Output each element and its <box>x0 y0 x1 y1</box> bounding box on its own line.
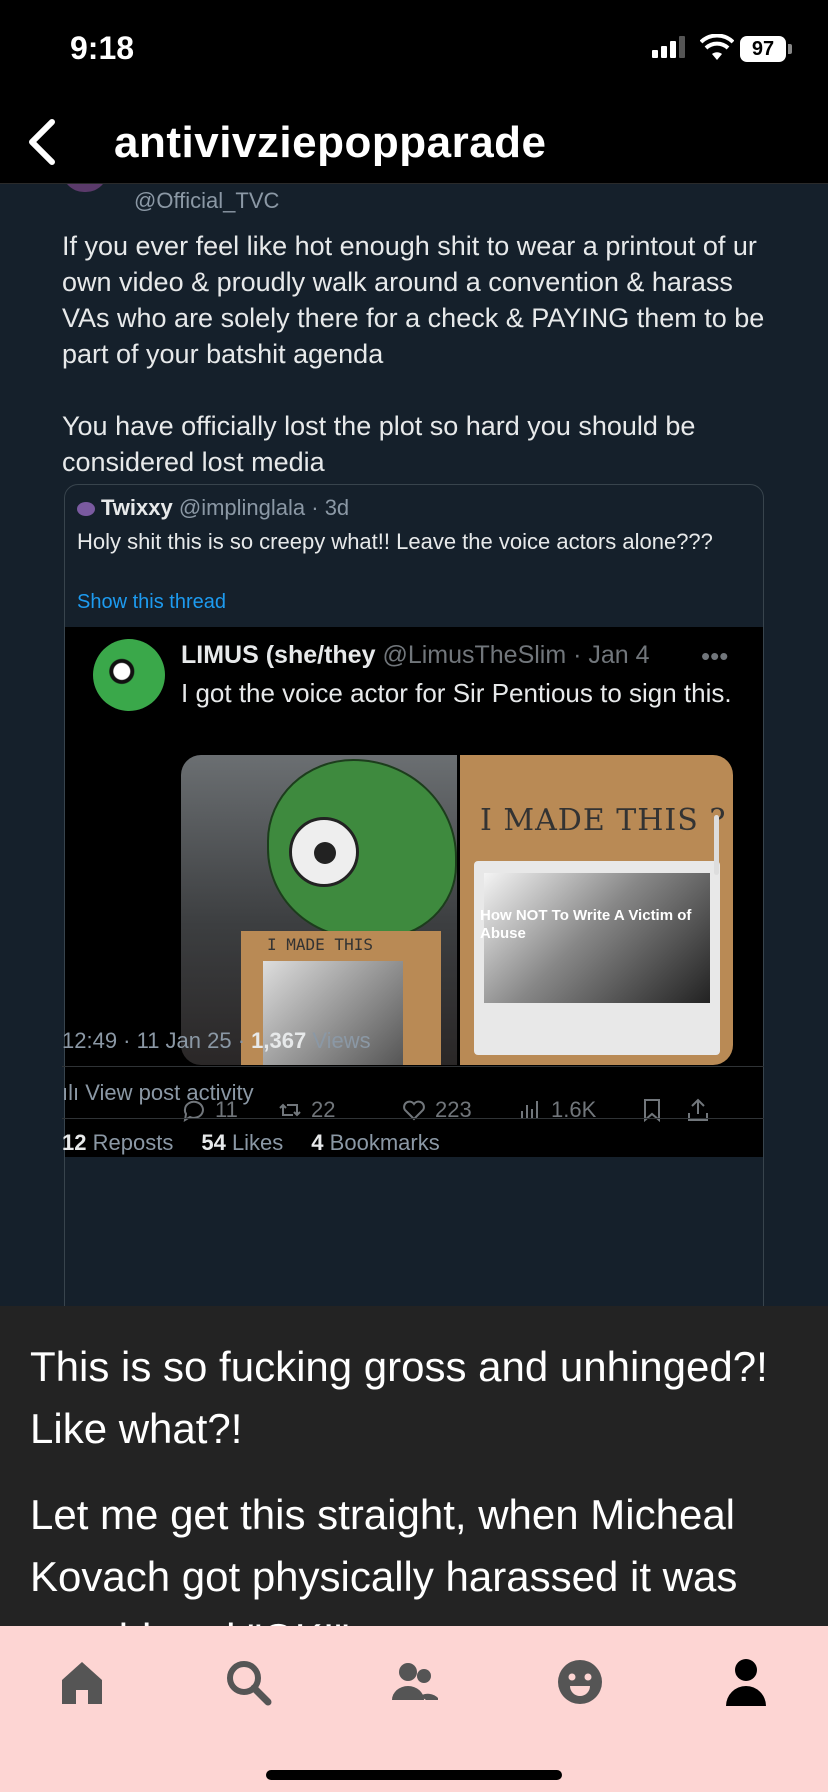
repost-stat-label: Reposts <box>92 1130 174 1155</box>
like-button: 223 <box>401 1097 517 1123</box>
app-header: antivivziepopparade <box>0 100 828 184</box>
wifi-icon <box>700 34 734 60</box>
activity-label: View post activity <box>85 1080 254 1105</box>
repost-stat: 12 Reposts <box>62 1130 173 1156</box>
like-stat: 54 Likes <box>201 1130 283 1156</box>
like-count: 223 <box>435 1097 472 1122</box>
signed-printout <box>474 861 720 1055</box>
tweet-actions: 11 22 223 1.6K <box>181 1097 761 1123</box>
like-stat-label: Likes <box>231 1130 284 1155</box>
caption-paragraph: Let me get this straight, when Micheal K… <box>30 1491 738 1626</box>
caption-paragraph: This is so fucking gross and unhinged?! … <box>30 1343 768 1452</box>
sign-text: I MADE THIS <box>267 935 373 954</box>
activity-face-icon[interactable] <box>552 1654 608 1710</box>
inner-author-name: LIMUS (she/they <box>181 641 376 669</box>
blog-title[interactable]: antivivziepopparade <box>114 118 547 168</box>
bookmark-stat: 4 Bookmarks <box>311 1130 439 1156</box>
views-label: Views <box>306 1028 371 1053</box>
avatar <box>62 184 108 192</box>
inner-tweet-text: I got the voice actor for Sir Pentious t… <box>181 678 732 708</box>
post-timestamp: 12:49 · 11 Jan 25 · 1,367 Views <box>62 1028 371 1054</box>
fish-mask-eye <box>289 817 359 887</box>
like-stat-count: 54 <box>201 1130 226 1155</box>
tweet-paragraph: If you ever feel like hot enough shit to… <box>62 231 765 369</box>
quote-tweet: Twixxy @implinglala · 3d Holy shit this … <box>64 484 764 1306</box>
status-time: 9:18 <box>70 30 135 66</box>
total-views: 1,367 <box>251 1028 307 1053</box>
quote-text: Holy shit this is so creepy what!! Leave… <box>77 529 713 554</box>
account-icon[interactable] <box>718 1654 774 1710</box>
photo-cosplayer: I MADE THIS <box>181 755 457 1065</box>
avatar <box>93 639 165 711</box>
repost-icon <box>279 1103 301 1117</box>
quote-header: Twixxy @implinglala · 3d <box>77 495 349 521</box>
tweet-body: If you ever feel like hot enough shit to… <box>62 228 782 516</box>
battery-indicator: 97 <box>740 36 786 62</box>
heart-icon <box>403 1100 425 1121</box>
status-bar: 9:18 97 <box>0 0 828 100</box>
views-chart-icon <box>521 1101 538 1119</box>
share-icon <box>688 1098 708 1121</box>
view-post-activity: ılı View post activity <box>62 1080 254 1106</box>
inner-tweet: LIMUS (she/they @LimusTheSlim · Jan 4 ••… <box>65 627 763 1157</box>
embedded-tweet-screenshot[interactable]: @Official_TVC If you ever feel like hot … <box>0 184 828 1306</box>
more-options-icon: ••• <box>701 641 729 671</box>
repost-button: 22 <box>277 1097 401 1123</box>
engagement-stats: 12 Reposts 54 Likes 4 Bookmarks <box>62 1130 440 1156</box>
inner-tweet-header: LIMUS (she/they @LimusTheSlim · Jan 4 <box>181 641 650 670</box>
views-count: 1.6K <box>551 1097 597 1122</box>
printout-caption: How NOT To Write A Victim of Abuse <box>480 907 692 942</box>
divider <box>62 1118 764 1119</box>
bookmark-stat-count: 4 <box>311 1130 324 1155</box>
quote-author-name: Twixxy <box>101 495 173 520</box>
bookmark-stat-label: Bookmarks <box>329 1130 440 1155</box>
media-scrollbar <box>714 815 719 875</box>
sign-text: I MADE THIS ? <box>480 803 727 838</box>
cellular-signal-icon <box>652 36 685 58</box>
tweet-paragraph: You have officially lost the plot so har… <box>62 411 696 477</box>
battery-nub <box>788 44 792 54</box>
divider <box>62 1066 764 1067</box>
bookmark-button <box>639 1097 685 1123</box>
back-arrow-icon[interactable] <box>22 116 62 168</box>
home-icon[interactable] <box>54 1654 110 1710</box>
repost-count: 22 <box>311 1097 336 1122</box>
home-indicator <box>266 1770 562 1780</box>
tweet-media: I MADE THIS I MADE THIS ? How NOT To Wri… <box>181 755 733 1065</box>
bookmark-icon <box>644 1099 660 1123</box>
post-caption: This is so fucking gross and unhinged?! … <box>0 1306 828 1626</box>
community-icon[interactable] <box>386 1654 442 1710</box>
quote-avatar-icon <box>77 502 95 517</box>
search-icon[interactable] <box>220 1654 276 1710</box>
views-button: 1.6K <box>517 1097 639 1123</box>
tweet-handle: @Official_TVC <box>134 188 280 213</box>
show-thread-link: Show this thread <box>77 591 226 613</box>
photo-sign-closeup: I MADE THIS ? How NOT To Write A Victim … <box>460 755 733 1065</box>
quote-author-meta: @implinglala · 3d <box>178 495 350 520</box>
activity-chart-icon: ılı <box>62 1080 86 1105</box>
timestamp-text: 12:49 · 11 Jan 25 · <box>62 1028 252 1053</box>
repost-stat-count: 12 <box>62 1130 87 1155</box>
bottom-nav-bar <box>0 1626 828 1792</box>
share-button <box>685 1097 725 1123</box>
inner-author-meta: @LimusTheSlim · Jan 4 <box>382 641 650 669</box>
